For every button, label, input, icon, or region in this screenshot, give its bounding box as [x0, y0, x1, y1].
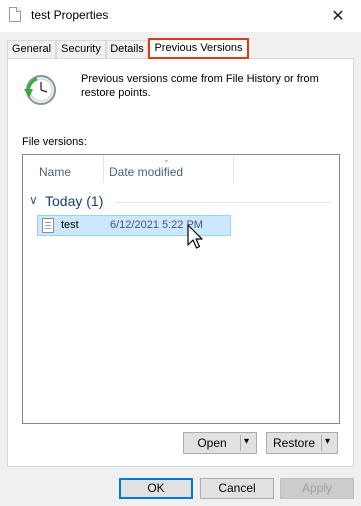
- sort-indicator-icon: ⌄: [163, 155, 170, 164]
- tab-label: Security: [61, 43, 101, 55]
- window-title: test Properties: [31, 8, 109, 22]
- ok-button[interactable]: OK: [119, 478, 193, 499]
- restore-button[interactable]: Restore ▾: [266, 432, 338, 454]
- apply-button[interactable]: Apply: [280, 478, 354, 499]
- group-header-today[interactable]: ∨ Today (1): [29, 193, 335, 211]
- tab-details[interactable]: Details: [106, 40, 148, 59]
- tab-label: Previous Versions: [154, 42, 243, 54]
- tab-security[interactable]: Security: [56, 40, 106, 59]
- open-button[interactable]: Open ▾: [183, 432, 257, 454]
- ok-label: OK: [147, 481, 165, 495]
- close-button[interactable]: ✕: [315, 0, 361, 32]
- tab-general[interactable]: General: [7, 40, 56, 59]
- tab-previous-versions[interactable]: Previous Versions: [148, 38, 249, 59]
- mouse-pointer-icon: [187, 224, 203, 249]
- cancel-label: Cancel: [218, 481, 256, 495]
- close-icon: ✕: [331, 8, 345, 25]
- restore-clock-icon: [24, 75, 56, 105]
- cancel-button[interactable]: Cancel: [200, 478, 274, 499]
- file-name: test: [61, 219, 79, 231]
- open-label: Open: [197, 436, 227, 450]
- tab-label: General: [11, 43, 52, 55]
- column-divider[interactable]: [103, 155, 104, 183]
- previous-versions-panel: Previous versions come from File History…: [7, 58, 354, 467]
- column-header: Name ⌄ Date modified: [23, 155, 339, 183]
- tab-label: Details: [110, 43, 144, 55]
- group-divider: [115, 202, 331, 203]
- column-date-modified[interactable]: Date modified: [109, 165, 183, 179]
- column-divider[interactable]: [233, 155, 234, 183]
- file-versions-label: File versions:: [22, 136, 87, 148]
- title-bar: test Properties ✕: [0, 0, 361, 32]
- dropdown-arrow-icon[interactable]: ▾: [244, 436, 249, 447]
- file-versions-list[interactable]: Name ⌄ Date modified ∨ Today (1) test 6/…: [22, 154, 340, 424]
- dropdown-arrow-icon[interactable]: ▾: [325, 436, 330, 447]
- restore-label: Restore: [272, 436, 316, 450]
- apply-label: Apply: [301, 481, 333, 495]
- column-name[interactable]: Name: [39, 165, 71, 179]
- document-icon: [9, 7, 21, 22]
- chevron-down-icon[interactable]: ∨: [29, 193, 38, 207]
- info-text: Previous versions come from File History…: [81, 73, 319, 99]
- text-file-icon: [42, 218, 54, 233]
- group-label: Today (1): [45, 193, 104, 209]
